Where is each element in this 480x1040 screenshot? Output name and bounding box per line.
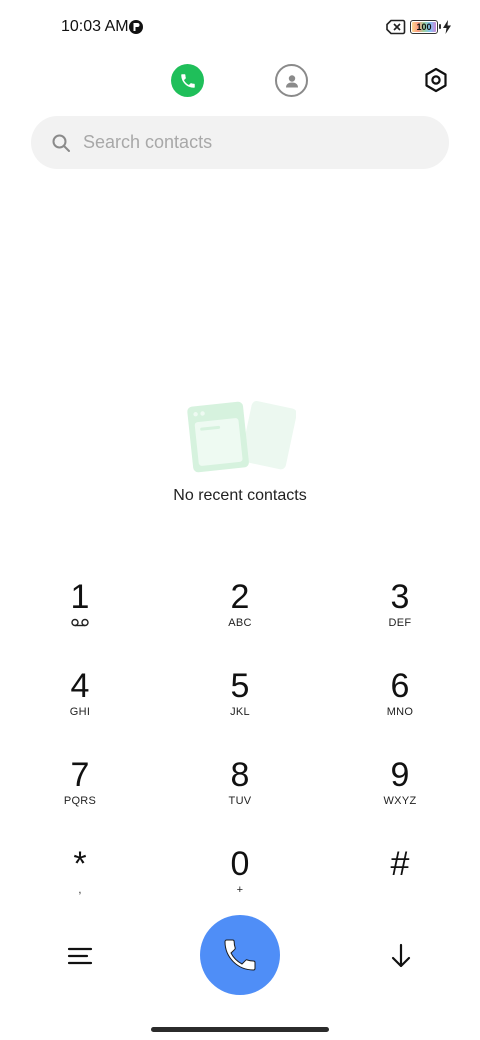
call-button[interactable] [200, 915, 280, 995]
dial-key-8[interactable]: 8 TUV [185, 756, 295, 826]
search-icon [52, 134, 70, 152]
status-icons: 100 [386, 19, 452, 35]
key-letters: DEF [388, 617, 412, 629]
app-notification-icon [129, 20, 143, 34]
key-letters: PQRS [63, 795, 97, 807]
key-letters: GHI [69, 706, 91, 718]
arrow-down-icon [391, 943, 411, 968]
key-letters: TUV [228, 795, 252, 807]
key-letters: MNO [386, 706, 414, 718]
dial-key-7[interactable]: 7 PQRS [25, 756, 135, 826]
empty-state: No recent contacts [0, 398, 480, 508]
dial-key-0[interactable]: 0 + [185, 845, 295, 915]
no-sim-icon [386, 19, 406, 35]
dial-key-star[interactable]: * , [25, 845, 135, 915]
key-digit: 0 [230, 845, 250, 883]
dial-key-9[interactable]: 9 WXYZ [345, 756, 455, 826]
menu-button[interactable] [64, 941, 96, 971]
battery-icon: 100 [410, 20, 441, 34]
status-time: 10:03 AM [61, 18, 129, 35]
phone-icon [224, 939, 256, 971]
search-input[interactable] [83, 132, 383, 153]
dial-key-2[interactable]: 2 ABC [185, 578, 295, 648]
dial-key-3[interactable]: 3 DEF [345, 578, 455, 648]
dial-key-4[interactable]: 4 GHI [25, 667, 135, 737]
key-digit: # [390, 845, 410, 883]
voicemail-icon [71, 618, 89, 627]
key-letters: + [236, 884, 244, 896]
key-letters: JKL [230, 706, 250, 718]
key-digit: 3 [390, 578, 410, 616]
charging-bolt-icon [443, 20, 451, 34]
tab-calls[interactable] [171, 64, 204, 97]
key-digit: 7 [70, 756, 90, 794]
menu-icon [67, 947, 93, 965]
key-digit: 9 [390, 756, 410, 794]
phone-icon [180, 73, 195, 88]
recent-cards-illustration [187, 401, 296, 473]
key-letters: WXYZ [383, 795, 417, 807]
key-digit: * [73, 845, 87, 883]
key-digit: 6 [390, 667, 410, 705]
home-indicator[interactable] [151, 1027, 329, 1032]
tab-contacts[interactable] [275, 64, 308, 97]
empty-state-message: No recent contacts [173, 487, 307, 504]
key-digit: 5 [230, 667, 250, 705]
status-bar: 10:03 AM 100 [0, 0, 480, 56]
settings-button[interactable] [422, 66, 450, 94]
key-digit: 4 [70, 667, 90, 705]
dial-key-1[interactable]: 1 [25, 578, 135, 648]
key-letters: , [78, 884, 82, 896]
key-digit: 2 [230, 578, 250, 616]
dial-key-6[interactable]: 6 MNO [345, 667, 455, 737]
search-bar[interactable] [31, 116, 449, 169]
person-icon [285, 74, 298, 87]
dial-key-hash[interactable]: # [345, 845, 455, 915]
gear-icon [425, 67, 447, 93]
collapse-dialpad-button[interactable] [386, 941, 416, 971]
top-tabs [0, 62, 480, 98]
dial-key-5[interactable]: 5 JKL [185, 667, 295, 737]
key-letters: ABC [228, 617, 252, 629]
key-digit: 8 [230, 756, 250, 794]
battery-level: 100 [416, 21, 432, 32]
key-digit: 1 [70, 578, 90, 616]
